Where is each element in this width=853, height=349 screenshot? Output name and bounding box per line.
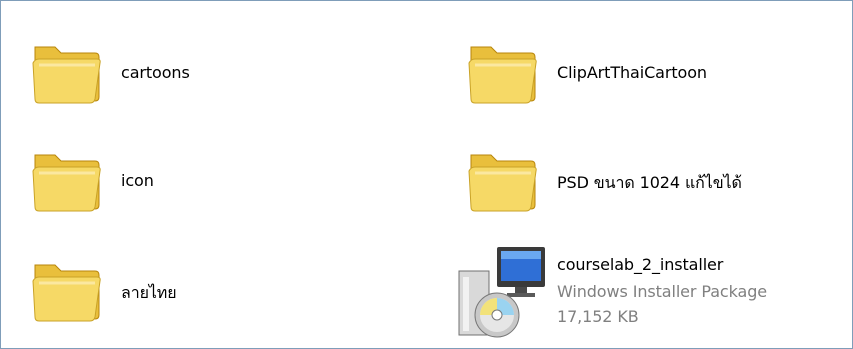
item-name: ClipArtThaiCartoon	[557, 63, 707, 82]
installer-item-courselab[interactable]: courselab_2_installer Windows Installer …	[453, 241, 813, 338]
item-file-size: 17,152 KB	[557, 307, 639, 326]
item-name: PSD ขนาด 1024 แก้ไขได้	[557, 173, 742, 192]
installer-package-icon	[458, 247, 545, 338]
folder-item-clipartthaicartoon[interactable]: ClipArtThaiCartoon	[465, 35, 825, 125]
folder-item-cartoons[interactable]: cartoons	[29, 35, 389, 125]
folder-icon	[32, 46, 101, 104]
folder-item-psd[interactable]: PSD ขนาด 1024 แก้ไขได้	[465, 143, 825, 233]
folder-item-laithai[interactable]: ลายไทย	[29, 253, 389, 343]
folder-icon	[468, 46, 537, 104]
folder-item-icon[interactable]: icon	[29, 143, 389, 233]
item-name: icon	[121, 171, 154, 190]
item-name: cartoons	[121, 63, 190, 82]
file-list-view: cartoons ClipArtThaiCartoon icon PSD ขนา…	[0, 0, 853, 349]
item-name: ลายไทย	[121, 283, 177, 302]
item-name: courselab_2_installer	[557, 255, 724, 274]
folder-icon	[32, 154, 101, 212]
folder-icon	[32, 264, 101, 322]
folder-icon	[468, 154, 537, 212]
item-file-type: Windows Installer Package	[557, 282, 768, 301]
